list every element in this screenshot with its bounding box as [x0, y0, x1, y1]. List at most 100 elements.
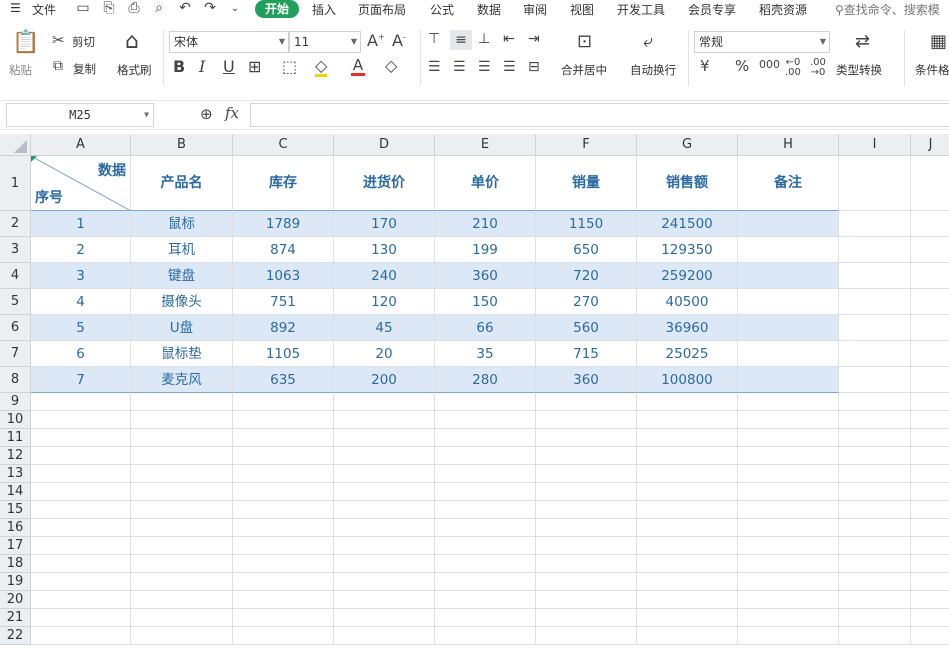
grid-cell[interactable]	[131, 591, 233, 609]
grid-cell[interactable]	[911, 393, 949, 411]
conditional-format-icon[interactable]: ▦	[930, 33, 947, 51]
grid-cell[interactable]	[233, 429, 334, 447]
decrease-font-icon[interactable]: A-	[392, 33, 406, 49]
increase-font-icon[interactable]: A+	[367, 33, 385, 49]
grid-cell[interactable]	[31, 447, 131, 465]
row-header[interactable]: 1	[0, 156, 31, 211]
table-cell[interactable]: 3	[31, 263, 131, 289]
increase-indent-icon[interactable]: ⇥	[528, 32, 540, 46]
thousands-separator-icon[interactable]: 000	[759, 59, 780, 70]
table-cell[interactable]: 240	[334, 263, 435, 289]
grid-cell[interactable]	[435, 573, 536, 591]
grid-cell[interactable]	[435, 411, 536, 429]
wrap-text-icon[interactable]: ⤶	[643, 33, 653, 51]
cell-style-icon[interactable]: ⬚	[282, 59, 297, 75]
table-cell[interactable]: 1105	[233, 341, 334, 367]
align-center-icon[interactable]: ☰	[453, 60, 466, 74]
table-cell[interactable]: 280	[435, 367, 536, 393]
export-pdf-icon[interactable]: ⎘	[100, 0, 118, 17]
tab-docer[interactable]: 稻壳资源	[759, 1, 807, 18]
grid-cell[interactable]	[637, 447, 738, 465]
grid-cell[interactable]	[738, 537, 839, 555]
grid-cell[interactable]	[637, 627, 738, 645]
table-cell[interactable]: 7	[31, 367, 131, 393]
row-header[interactable]: 8	[0, 367, 31, 393]
grid-cell[interactable]	[738, 501, 839, 519]
grid-cell[interactable]	[911, 156, 949, 211]
align-left-icon[interactable]: ☰	[428, 60, 441, 74]
grid-cell[interactable]	[536, 501, 637, 519]
underline-icon[interactable]: U	[223, 59, 235, 75]
table-cell[interactable]: 4	[31, 289, 131, 315]
grid-cell[interactable]	[334, 393, 435, 411]
grid-cell[interactable]	[233, 573, 334, 591]
grid-cell[interactable]	[131, 429, 233, 447]
grid-cell[interactable]	[31, 465, 131, 483]
grid-cell[interactable]	[911, 429, 949, 447]
select-all-corner[interactable]	[0, 134, 31, 156]
header-cell[interactable]: 备注	[738, 156, 839, 211]
row-header[interactable]: 22	[0, 627, 31, 645]
row-header[interactable]: 6	[0, 315, 31, 341]
grid-cell[interactable]	[334, 573, 435, 591]
align-top-icon[interactable]: ⊤	[428, 32, 440, 46]
grid-cell[interactable]	[637, 591, 738, 609]
percent-icon[interactable]: %	[735, 59, 749, 74]
grid-cell[interactable]	[31, 393, 131, 411]
grid-cell[interactable]	[839, 429, 911, 447]
row-header[interactable]: 15	[0, 501, 31, 519]
column-header[interactable]: H	[738, 134, 839, 156]
grid-cell[interactable]	[435, 537, 536, 555]
grid-cell[interactable]	[839, 591, 911, 609]
italic-icon[interactable]: I	[199, 59, 205, 75]
grid-cell[interactable]	[334, 555, 435, 573]
grid-cell[interactable]	[738, 573, 839, 591]
grid-cell[interactable]	[738, 447, 839, 465]
table-cell[interactable]	[738, 263, 839, 289]
grid-cell[interactable]	[334, 609, 435, 627]
print-icon[interactable]: ⎙	[125, 0, 143, 17]
grid-cell[interactable]	[31, 429, 131, 447]
table-cell[interactable]: 130	[334, 237, 435, 263]
grid-cell[interactable]	[738, 483, 839, 501]
search-box[interactable]: ⚲查找命令、搜索模	[835, 1, 940, 18]
grid-cell[interactable]	[911, 211, 949, 237]
grid-cell[interactable]	[131, 483, 233, 501]
decrease-decimal-icon[interactable]: .00 →0	[810, 58, 826, 78]
row-header[interactable]: 5	[0, 289, 31, 315]
font-size-select[interactable]: 11 ▼	[289, 31, 361, 53]
grid-cell[interactable]	[233, 555, 334, 573]
table-cell[interactable]: 摄像头	[131, 289, 233, 315]
grid-cell[interactable]	[637, 411, 738, 429]
tab-formulas[interactable]: 公式	[430, 1, 454, 18]
grid-cell[interactable]	[536, 519, 637, 537]
spreadsheet-grid[interactable]: A B C D E F G H I J 1 2 3 4 5 6 7 8 9 10 11 12 13 14 15 16 17 18 19 2…	[0, 134, 949, 650]
grid-cell[interactable]	[435, 465, 536, 483]
type-convert-button[interactable]: 类型转换	[836, 62, 882, 78]
column-header[interactable]: I	[839, 134, 911, 156]
grid-cell[interactable]	[738, 411, 839, 429]
grid-cell[interactable]	[839, 465, 911, 483]
header-cell[interactable]: 销售额	[637, 156, 738, 211]
column-header[interactable]: C	[233, 134, 334, 156]
grid-cell[interactable]	[839, 289, 911, 315]
grid-cell[interactable]	[233, 627, 334, 645]
table-cell[interactable]: 635	[233, 367, 334, 393]
table-cell[interactable]: 20	[334, 341, 435, 367]
grid-cell[interactable]	[334, 465, 435, 483]
grid-cell[interactable]	[334, 411, 435, 429]
function-icon[interactable]: fx	[225, 106, 239, 121]
tab-review[interactable]: 审阅	[523, 1, 547, 18]
grid-cell[interactable]	[233, 591, 334, 609]
redo-icon[interactable]: ↷	[201, 0, 219, 17]
grid-cell[interactable]	[31, 555, 131, 573]
grid-cell[interactable]	[637, 519, 738, 537]
copy-icon[interactable]: ⧉	[53, 59, 63, 73]
grid-cell[interactable]	[839, 315, 911, 341]
paste-button[interactable]: 粘贴	[9, 62, 32, 78]
fill-color-icon[interactable]: ◇	[315, 58, 328, 77]
grid-cell[interactable]	[839, 411, 911, 429]
table-cell[interactable]: 170	[334, 211, 435, 237]
grid-cell[interactable]	[839, 237, 911, 263]
grid-cell[interactable]	[911, 627, 949, 645]
